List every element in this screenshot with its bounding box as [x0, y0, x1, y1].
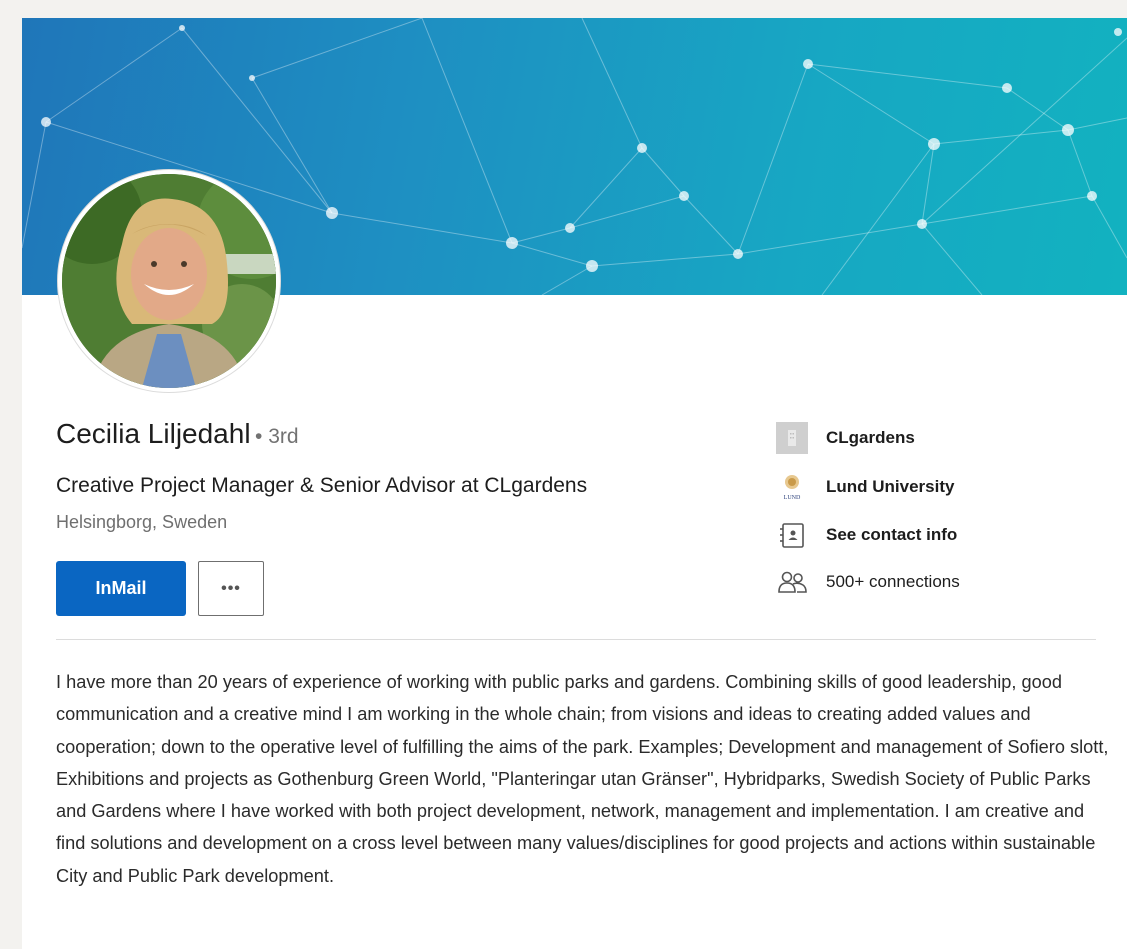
connections-link[interactable]: 500+ connections — [776, 566, 960, 598]
profile-location: Helsingborg, Sweden — [56, 512, 228, 532]
profile-photo-image — [62, 174, 276, 388]
more-dots-icon: ••• — [221, 579, 241, 597]
svg-text:LUND: LUND — [784, 495, 801, 501]
contact-card-icon — [776, 519, 808, 551]
connections-count: 500+ connections — [826, 572, 960, 591]
profile-photo[interactable] — [58, 170, 280, 392]
current-company-link[interactable]: CLgardens — [776, 422, 915, 454]
company-name: CLgardens — [826, 428, 915, 447]
education-link[interactable]: LUND Lund University — [776, 471, 954, 503]
about-summary: I have more than 20 years of experience … — [56, 672, 1109, 886]
contact-info-label: See contact info — [826, 525, 958, 544]
school-logo-icon: LUND — [776, 471, 808, 503]
school-name: Lund University — [826, 477, 955, 496]
people-icon — [776, 566, 808, 598]
profile-card: Cecilia Liljedahl • 3rd Creative Project… — [22, 18, 1127, 949]
section-divider — [56, 639, 1096, 640]
contact-info-link[interactable]: See contact info — [776, 519, 957, 551]
inmail-button[interactable]: InMail — [56, 561, 186, 616]
profile-headline: Creative Project Manager & Senior Adviso… — [56, 474, 588, 497]
profile-name: Cecilia Liljedahl — [56, 418, 251, 449]
more-actions-button[interactable]: ••• — [198, 561, 264, 616]
connection-degree: • 3rd — [255, 425, 299, 448]
company-logo-icon — [776, 422, 808, 454]
name-row: Cecilia Liljedahl • 3rd — [56, 418, 299, 450]
